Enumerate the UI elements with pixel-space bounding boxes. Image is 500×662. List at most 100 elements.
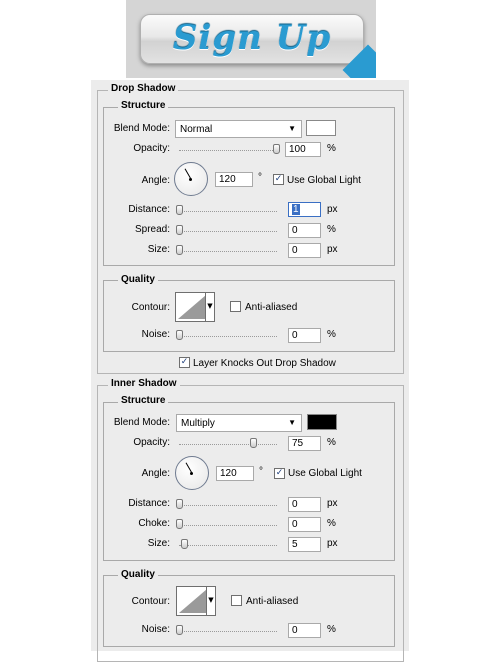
choke-unit: % bbox=[327, 518, 336, 529]
choke-input[interactable]: 0 bbox=[288, 517, 321, 532]
inner-shadow-panel: Inner Shadow Structure Blend Mode: Multi… bbox=[91, 375, 409, 662]
opacity-slider-thumb[interactable] bbox=[250, 438, 257, 448]
opacity-slider-thumb[interactable] bbox=[273, 144, 280, 154]
distance-slider-track[interactable] bbox=[179, 505, 277, 507]
angle-label: Angle: bbox=[141, 175, 170, 186]
distance-unit: px bbox=[327, 498, 338, 509]
choke-slider-track[interactable] bbox=[179, 525, 277, 527]
anti-aliased-checkbox[interactable] bbox=[230, 301, 241, 312]
spread-input[interactable]: 0 bbox=[288, 223, 321, 238]
angle-label: Angle: bbox=[141, 468, 170, 479]
blend-mode-value: Multiply bbox=[181, 418, 215, 429]
angle-dial-center bbox=[190, 472, 193, 475]
size-slider-thumb[interactable] bbox=[176, 245, 183, 255]
drop-shadow-structure-title: Structure bbox=[118, 100, 169, 111]
inner-shadow-structure-title: Structure bbox=[118, 395, 169, 406]
drop-shadow-title: Drop Shadow bbox=[108, 83, 179, 94]
size-slider-track[interactable] bbox=[179, 251, 277, 253]
global-light-checkbox[interactable]: ✓ bbox=[273, 174, 284, 185]
anti-aliased-label: Anti-aliased bbox=[246, 596, 299, 607]
opacity-label: Opacity: bbox=[133, 143, 170, 154]
drop-shadow-quality-title: Quality bbox=[118, 274, 158, 285]
noise-slider-track[interactable] bbox=[179, 336, 277, 338]
size-label: Size: bbox=[147, 244, 170, 255]
contour-picker[interactable]: ▼ bbox=[176, 586, 216, 616]
contour-linear-icon bbox=[179, 589, 207, 613]
sign-up-button[interactable]: Sign Up bbox=[140, 14, 364, 64]
size-slider-thumb[interactable] bbox=[181, 539, 188, 549]
distance-unit: px bbox=[327, 204, 338, 215]
choke-slider-thumb[interactable] bbox=[176, 519, 183, 529]
angle-dial[interactable] bbox=[174, 162, 208, 196]
blend-mode-select[interactable]: Multiply ▼ bbox=[176, 414, 302, 432]
angle-input[interactable]: 120 bbox=[216, 466, 254, 481]
contour-label: Contour: bbox=[131, 596, 170, 607]
chevron-down-icon: ▼ bbox=[288, 418, 296, 427]
noise-slider-thumb[interactable] bbox=[176, 625, 183, 635]
global-light-label: Use Global Light bbox=[287, 175, 361, 186]
inner-shadow-quality-title: Quality bbox=[118, 569, 158, 580]
size-unit: px bbox=[327, 244, 338, 255]
anti-aliased-checkbox[interactable] bbox=[231, 595, 242, 606]
chevron-down-icon: ▼ bbox=[205, 293, 214, 321]
distance-input[interactable]: 0 bbox=[288, 497, 321, 512]
distance-label: Distance: bbox=[128, 498, 170, 509]
opacity-input[interactable]: 75 bbox=[288, 436, 321, 451]
spread-slider-track[interactable] bbox=[179, 231, 277, 233]
noise-slider-thumb[interactable] bbox=[176, 330, 183, 340]
chevron-down-icon: ▼ bbox=[288, 124, 296, 133]
size-unit: px bbox=[327, 538, 338, 549]
blend-mode-label: Blend Mode: bbox=[113, 417, 170, 428]
distance-label: Distance: bbox=[128, 204, 170, 215]
distance-slider-thumb[interactable] bbox=[176, 205, 183, 215]
contour-linear-icon bbox=[178, 295, 206, 319]
drop-shadow-quality-group bbox=[103, 280, 395, 352]
noise-input[interactable]: 0 bbox=[288, 623, 321, 638]
opacity-input[interactable]: 100 bbox=[285, 142, 321, 157]
noise-unit: % bbox=[327, 329, 336, 340]
size-input[interactable]: 5 bbox=[288, 537, 321, 552]
knocks-out-label: Layer Knocks Out Drop Shadow bbox=[193, 358, 336, 369]
inner-shadow-quality-group bbox=[103, 575, 395, 647]
drop-shadow-panel: Drop Shadow Structure Blend Mode: Normal… bbox=[91, 80, 409, 375]
angle-dial-center bbox=[189, 178, 192, 181]
blend-mode-select[interactable]: Normal ▼ bbox=[175, 120, 302, 138]
shadow-color-swatch[interactable] bbox=[307, 414, 337, 430]
opacity-unit: % bbox=[327, 437, 336, 448]
opacity-label: Opacity: bbox=[133, 437, 170, 448]
noise-slider-track[interactable] bbox=[179, 631, 277, 633]
contour-label: Contour: bbox=[131, 302, 170, 313]
sign-up-banner: Sign Up bbox=[126, 0, 376, 78]
global-light-label: Use Global Light bbox=[288, 468, 362, 479]
opacity-slider-track[interactable] bbox=[179, 150, 277, 152]
size-label: Size: bbox=[147, 538, 170, 549]
blend-mode-value: Normal bbox=[180, 124, 213, 135]
spread-label: Spread: bbox=[134, 224, 170, 235]
spread-slider-thumb[interactable] bbox=[176, 225, 183, 235]
blend-mode-label: Blend Mode: bbox=[113, 123, 170, 134]
size-input[interactable]: 0 bbox=[288, 243, 321, 258]
noise-label: Noise: bbox=[141, 329, 170, 340]
anti-aliased-label: Anti-aliased bbox=[245, 302, 298, 313]
shadow-color-swatch[interactable] bbox=[306, 120, 336, 136]
angle-input[interactable]: 120 bbox=[215, 172, 253, 187]
distance-input-value: 1 bbox=[292, 204, 300, 215]
chevron-down-icon: ▼ bbox=[206, 587, 215, 615]
sign-up-title: Sign Up bbox=[172, 18, 332, 58]
angle-unit: ° bbox=[258, 172, 262, 183]
opacity-slider-track[interactable] bbox=[179, 444, 277, 446]
noise-label: Noise: bbox=[141, 624, 170, 635]
global-light-checkbox[interactable]: ✓ bbox=[274, 468, 285, 479]
noise-input[interactable]: 0 bbox=[288, 328, 321, 343]
angle-unit: ° bbox=[259, 466, 263, 477]
distance-slider-thumb[interactable] bbox=[176, 499, 183, 509]
size-slider-track[interactable] bbox=[179, 545, 277, 547]
angle-dial[interactable] bbox=[175, 456, 209, 490]
distance-input[interactable]: 1 bbox=[288, 202, 321, 217]
contour-picker[interactable]: ▼ bbox=[175, 292, 215, 322]
opacity-unit: % bbox=[327, 143, 336, 154]
choke-label: Choke: bbox=[138, 518, 170, 529]
noise-unit: % bbox=[327, 624, 336, 635]
distance-slider-track[interactable] bbox=[179, 211, 277, 213]
knocks-out-checkbox[interactable]: ✓ bbox=[179, 357, 190, 368]
